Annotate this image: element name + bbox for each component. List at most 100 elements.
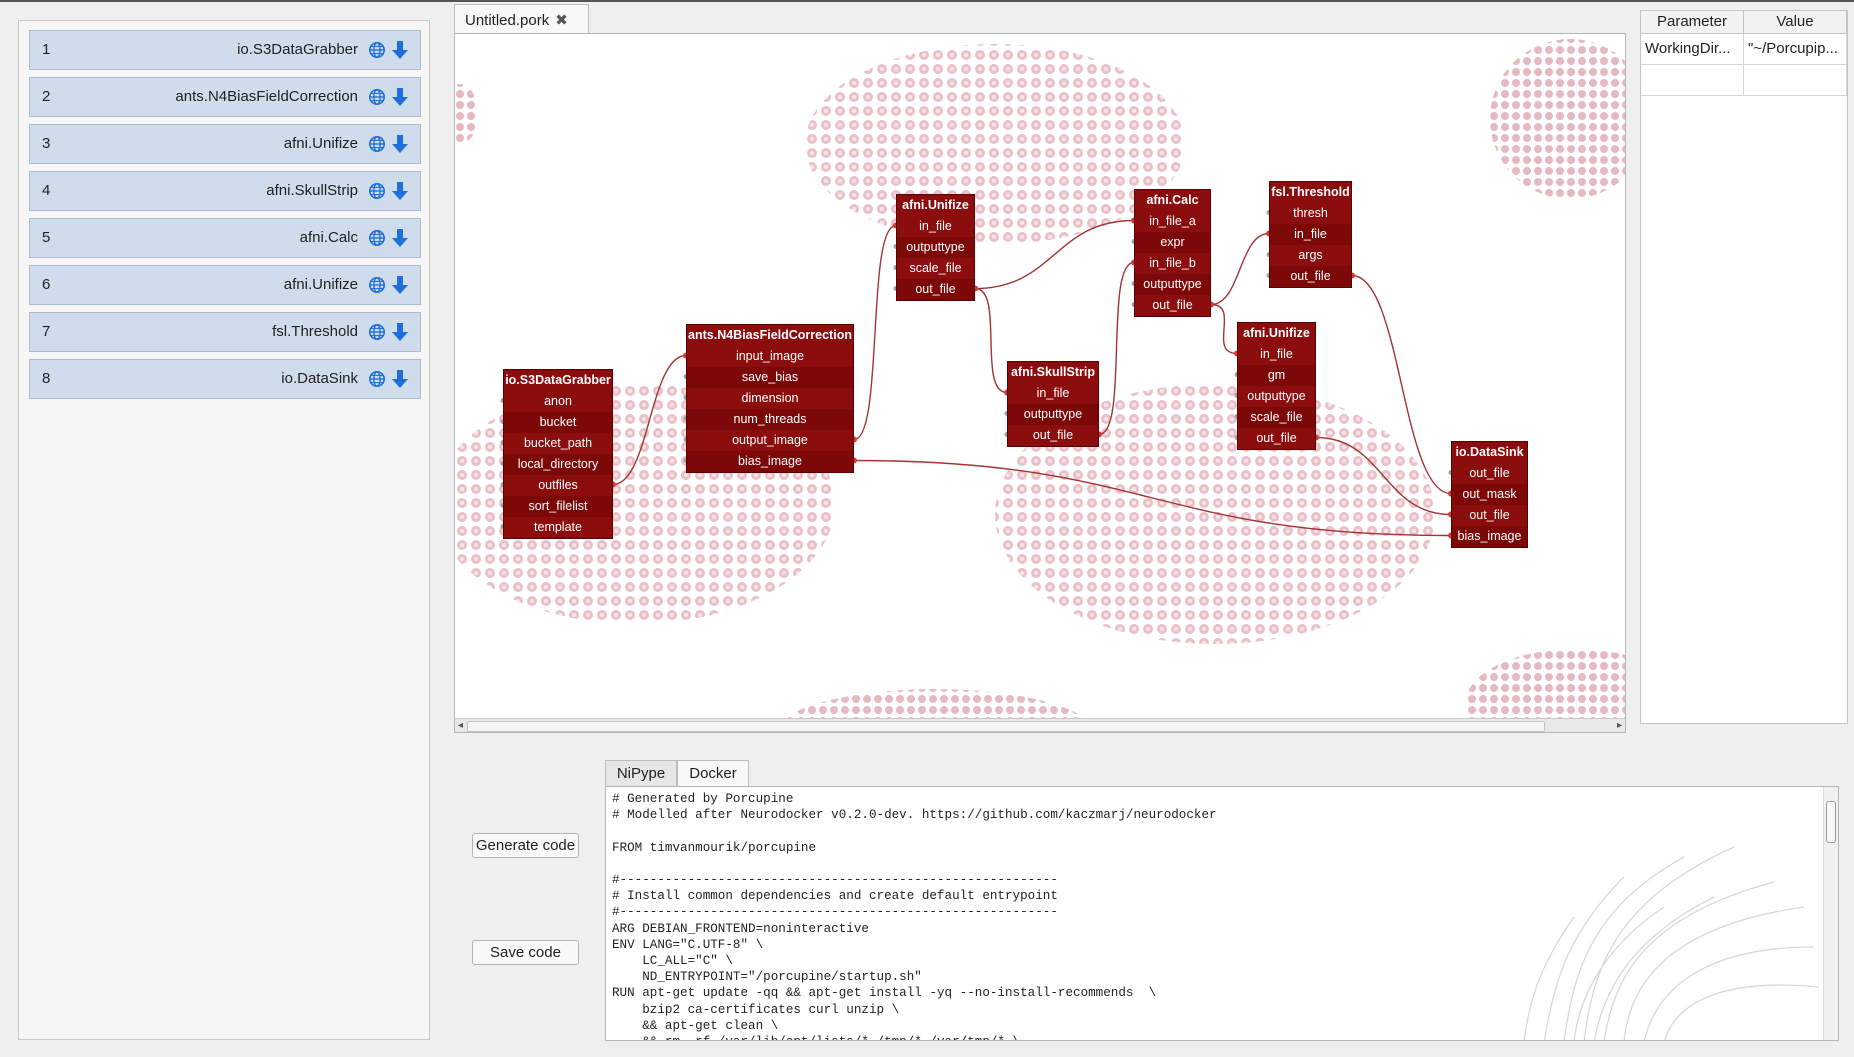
node-port[interactable]: in_file_a	[1135, 211, 1210, 232]
generate-code-button[interactable]: Generate code	[472, 833, 579, 858]
tab-docker[interactable]: Docker	[677, 760, 749, 786]
globe-icon[interactable]	[368, 323, 386, 341]
graph-node-uni2[interactable]: afni.Unifize in_file gm outputtype scale_fil…	[1237, 322, 1316, 450]
node-port[interactable]: in_file_b	[1135, 253, 1210, 274]
param-name-cell-empty[interactable]	[1641, 65, 1744, 95]
close-icon[interactable]: ✖	[555, 12, 568, 29]
node-port[interactable]: out_file	[1135, 295, 1210, 316]
node-port[interactable]: dimension	[687, 388, 853, 409]
download-arrow-icon[interactable]	[392, 275, 408, 295]
node-port[interactable]: in_file	[1270, 224, 1351, 245]
globe-icon[interactable]	[368, 229, 386, 247]
node-port[interactable]: outputtype	[1008, 404, 1098, 425]
globe-icon[interactable]	[368, 182, 386, 200]
node-port[interactable]: out_mask	[1452, 484, 1527, 505]
code-vertical-scrollbar[interactable]	[1823, 787, 1838, 1040]
globe-icon[interactable]	[368, 41, 386, 59]
canvas-horizontal-scrollbar[interactable]: ◂ ▸	[455, 718, 1625, 732]
param-value-cell-empty[interactable]	[1744, 65, 1847, 95]
node-port[interactable]: save_bias	[687, 367, 853, 388]
list-item[interactable]: 4 afni.SkullStrip	[29, 171, 421, 211]
node-port[interactable]: bucket_path	[504, 433, 612, 454]
node-port[interactable]: output_image	[687, 430, 853, 451]
download-arrow-icon[interactable]	[392, 369, 408, 389]
code-output-area[interactable]: # Generated by Porcupine # Modelled afte…	[605, 786, 1839, 1041]
node-port[interactable]: out_file	[1452, 463, 1527, 484]
node-port[interactable]: out_file	[1270, 266, 1351, 287]
parameter-table: Parameter Value WorkingDir... "~/Porcupi…	[1640, 10, 1848, 724]
tab-untitled-pork[interactable]: Untitled.pork ✖	[454, 4, 589, 34]
node-port[interactable]: input_image	[687, 346, 853, 367]
node-port[interactable]: gm	[1238, 365, 1315, 386]
list-item[interactable]: 3 afni.Unifize	[29, 124, 421, 164]
node-port[interactable]: num_threads	[687, 409, 853, 430]
node-port[interactable]: scale_file	[897, 258, 974, 279]
node-port[interactable]: args	[1270, 245, 1351, 266]
graph-node-sink[interactable]: io.DataSink out_file out_mask out_file bias_…	[1451, 441, 1528, 548]
node-port[interactable]: in_file	[1008, 383, 1098, 404]
download-arrow-icon[interactable]	[392, 87, 408, 107]
node-port[interactable]: bias_image	[1452, 526, 1527, 547]
globe-icon[interactable]	[368, 135, 386, 153]
globe-icon[interactable]	[368, 88, 386, 106]
graph-node-uni1[interactable]: afni.Unifize in_file outputtype scale_file o…	[896, 194, 975, 301]
save-code-button[interactable]: Save code	[472, 940, 579, 965]
node-editor-canvas[interactable]: io.S3DataGrabber anon bucket bucket_path loc…	[454, 33, 1626, 733]
node-port[interactable]: outputtype	[1135, 274, 1210, 295]
table-row-empty[interactable]	[1641, 65, 1847, 96]
node-port[interactable]: expr	[1135, 232, 1210, 253]
download-arrow-icon[interactable]	[392, 40, 408, 60]
list-item[interactable]: 7 fsl.Threshold	[29, 312, 421, 352]
list-item[interactable]: 5 afni.Calc	[29, 218, 421, 258]
node-port[interactable]: scale_file	[1238, 407, 1315, 428]
list-item[interactable]: 8 io.DataSink	[29, 359, 421, 399]
node-port[interactable]: thresh	[1270, 203, 1351, 224]
node-port[interactable]: outputtype	[897, 237, 974, 258]
node-port[interactable]: out_file	[1452, 505, 1527, 526]
node-port[interactable]: sort_filelist	[504, 496, 612, 517]
scroll-right-icon[interactable]: ▸	[1617, 720, 1622, 731]
param-value-cell[interactable]: "~/Porcupip...	[1744, 34, 1847, 64]
table-row[interactable]: WorkingDir... "~/Porcupip...	[1641, 34, 1847, 65]
node-port[interactable]: anon	[504, 391, 612, 412]
graph-node-thresh[interactable]: fsl.Threshold thresh in_file args out_file	[1269, 181, 1352, 288]
node-port[interactable]: bias_image	[687, 451, 853, 472]
connection-link[interactable]	[974, 287, 1008, 394]
graph-node-n4[interactable]: ants.N4BiasFieldCorrection input_image sav…	[686, 324, 854, 473]
node-port[interactable]: out_file	[897, 279, 974, 300]
column-header-parameter[interactable]: Parameter	[1641, 11, 1744, 33]
node-name: io.DataSink	[281, 370, 358, 387]
download-arrow-icon[interactable]	[392, 322, 408, 342]
download-arrow-icon[interactable]	[392, 181, 408, 201]
connection-link[interactable]	[1210, 303, 1238, 355]
graph-node-calc[interactable]: afni.Calc in_file_a expr in_file_b outputtyp…	[1134, 189, 1211, 317]
code-scrollbar-thumb[interactable]	[1826, 801, 1836, 843]
list-item[interactable]: 1 io.S3DataGrabber	[29, 30, 421, 70]
scrollbar-thumb[interactable]	[467, 721, 1545, 732]
download-arrow-icon[interactable]	[392, 228, 408, 248]
tab-nipype[interactable]: NiPype	[605, 760, 677, 786]
node-port[interactable]: out_file	[1008, 425, 1098, 446]
globe-icon[interactable]	[368, 276, 386, 294]
node-name: afni.Unifize	[283, 135, 358, 152]
connection-link[interactable]	[853, 224, 897, 441]
list-item[interactable]: 2 ants.N4BiasFieldCorrection	[29, 77, 421, 117]
column-header-value[interactable]: Value	[1744, 11, 1847, 33]
download-arrow-icon[interactable]	[392, 134, 408, 154]
node-port[interactable]: outputtype	[1238, 386, 1315, 407]
node-port[interactable]: outfiles	[504, 475, 612, 496]
node-port[interactable]: in_file	[897, 216, 974, 237]
node-name: afni.Unifize	[283, 276, 358, 293]
list-item[interactable]: 6 afni.Unifize	[29, 265, 421, 305]
node-port[interactable]: out_file	[1238, 428, 1315, 449]
connection-link[interactable]	[1210, 232, 1270, 306]
graph-node-skull[interactable]: afni.SkullStrip in_file outputtype out_file	[1007, 361, 1099, 447]
scroll-left-icon[interactable]: ◂	[458, 720, 463, 731]
node-port[interactable]: local_directory	[504, 454, 612, 475]
node-port[interactable]: template	[504, 517, 612, 538]
node-port[interactable]: in_file	[1238, 344, 1315, 365]
graph-node-s3[interactable]: io.S3DataGrabber anon bucket bucket_path loc…	[503, 369, 613, 539]
globe-icon[interactable]	[368, 370, 386, 388]
param-name-cell[interactable]: WorkingDir...	[1641, 34, 1744, 64]
node-port[interactable]: bucket	[504, 412, 612, 433]
